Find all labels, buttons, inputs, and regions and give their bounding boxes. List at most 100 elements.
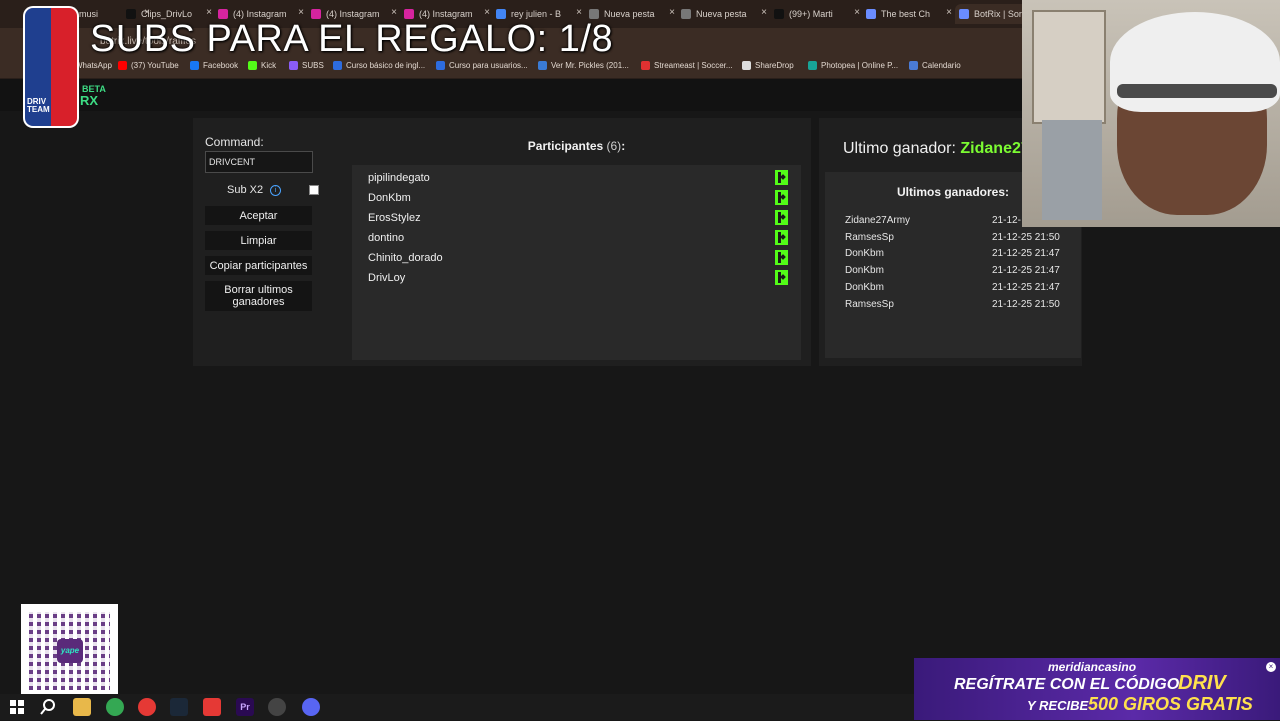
tab-favicon-icon bbox=[959, 9, 969, 19]
info-icon[interactable]: i bbox=[270, 185, 281, 196]
browser-tab[interactable]: The best Ch × bbox=[862, 4, 952, 24]
bookmark-label: WhatsApp bbox=[75, 61, 112, 70]
bookmark-item[interactable]: (37) YouTube bbox=[118, 61, 179, 70]
participant-row: DonKbm bbox=[368, 190, 788, 210]
drivteam-logo: DRIV TEAM bbox=[25, 8, 77, 126]
delete-winners-button[interactable]: Borrar ultimos ganadores bbox=[205, 281, 312, 311]
bookmark-favicon-icon bbox=[248, 61, 257, 70]
bookmark-favicon-icon bbox=[641, 61, 650, 70]
tab-favicon-icon bbox=[866, 9, 876, 19]
participant-name: ErosStylez bbox=[368, 212, 421, 224]
bookmark-label: Photopea | Online P... bbox=[821, 61, 899, 70]
winner-date: 21-12-25 21:47 bbox=[992, 281, 1060, 293]
tab-close-icon[interactable]: × bbox=[946, 7, 952, 18]
file-explorer-icon[interactable] bbox=[73, 698, 91, 716]
winner-name: RamsesSp bbox=[845, 298, 894, 310]
discord-icon[interactable] bbox=[302, 698, 320, 716]
winner-row: DonKbm 21-12-25 21:47 bbox=[845, 282, 1065, 296]
botrix-logo-text: RX bbox=[80, 93, 99, 108]
tab-label: (99+) Marti bbox=[789, 9, 833, 19]
winner-row: RamsesSp 21-12-25 21:50 bbox=[845, 299, 1065, 313]
bookmark-label: ShareDrop bbox=[755, 61, 794, 70]
participant-name: pipilindegato bbox=[368, 172, 430, 184]
tab-label: The best Ch bbox=[881, 9, 931, 19]
yape-logo: yape bbox=[57, 639, 83, 663]
bookmark-label: Calendario bbox=[922, 61, 961, 70]
poster-image bbox=[1042, 120, 1102, 220]
sub-x2-checkbox[interactable] bbox=[309, 185, 319, 195]
bookmark-favicon-icon bbox=[289, 61, 298, 70]
participant-row: ErosStylez bbox=[368, 210, 788, 230]
participant-name: Chinito_dorado bbox=[368, 252, 443, 264]
tab-close-icon[interactable]: × bbox=[761, 7, 767, 18]
copy-participants-button[interactable]: Copiar participantes bbox=[205, 256, 312, 275]
participants-count: (6) bbox=[606, 139, 622, 153]
winner-row: DonKbm 21-12-25 21:47 bbox=[845, 265, 1065, 279]
bookmark-item[interactable]: Photopea | Online P... bbox=[808, 61, 898, 70]
steam-icon[interactable] bbox=[170, 698, 188, 716]
tab-close-icon[interactable]: × bbox=[484, 7, 490, 18]
participants-list: pipilindegato DonKbm ErosStylez dontino Chin… bbox=[352, 165, 801, 360]
tab-close-icon[interactable]: × bbox=[854, 7, 860, 18]
participant-name: dontino bbox=[368, 232, 405, 244]
bookmark-item[interactable]: SUBS bbox=[289, 61, 324, 70]
bookmark-item[interactable]: Calendario bbox=[909, 61, 961, 70]
bookmark-item[interactable]: Ver Mr. Pickles (201... bbox=[538, 61, 629, 70]
casino-bonus: 500 GIROS GRATIS bbox=[1088, 694, 1253, 714]
winner-date: 21-12-25 21:50 bbox=[992, 298, 1060, 310]
bookmark-item[interactable]: ShareDrop bbox=[742, 61, 794, 70]
bookmark-item[interactable]: Facebook bbox=[190, 61, 238, 70]
casino-brand: meridiancasino bbox=[1048, 660, 1137, 674]
yape-qr-code: yape bbox=[21, 604, 118, 698]
search-icon[interactable] bbox=[39, 698, 57, 716]
tab-close-icon[interactable]: × bbox=[298, 7, 304, 18]
tab-close-icon[interactable]: × bbox=[669, 7, 675, 18]
windows-start-icon[interactable] bbox=[8, 698, 26, 716]
winner-name: DonKbm bbox=[845, 281, 884, 293]
winner-date: 21-12-25 21:47 bbox=[992, 248, 1060, 260]
tab-label: Nueva pesta bbox=[696, 9, 747, 19]
close-icon[interactable]: × bbox=[1266, 662, 1276, 672]
bookmark-label: Kick bbox=[261, 61, 277, 70]
casino-promo-line1: REGÍTRATE CON EL CÓDIGO bbox=[954, 676, 1180, 693]
bookmark-item[interactable]: Curso básico de ingl... bbox=[333, 61, 425, 70]
winner-row: DonKbm 21-12-25 21:47 bbox=[845, 248, 1065, 262]
app-red-icon[interactable] bbox=[203, 698, 221, 716]
accept-button[interactable]: Aceptar bbox=[205, 206, 312, 225]
media-player-icon[interactable] bbox=[138, 698, 156, 716]
tab-close-icon[interactable]: × bbox=[206, 7, 212, 18]
kick-icon bbox=[775, 270, 788, 285]
participant-row: Chinito_dorado bbox=[368, 250, 788, 270]
clear-button[interactable]: Limpiar bbox=[205, 231, 312, 250]
tab-label: BotRix | Sort bbox=[974, 9, 1025, 19]
tab-favicon-icon bbox=[681, 9, 691, 19]
stream-overlay-title: SUBS PARA EL REGALO: 1/8 bbox=[90, 18, 614, 60]
kick-icon bbox=[775, 170, 788, 185]
kick-icon bbox=[775, 210, 788, 225]
bookmark-favicon-icon bbox=[190, 61, 199, 70]
bookmark-item[interactable]: Kick bbox=[248, 61, 276, 70]
command-input[interactable] bbox=[205, 151, 313, 173]
participant-row: dontino bbox=[368, 230, 788, 250]
bookmark-favicon-icon bbox=[118, 61, 127, 70]
bookmark-favicon-icon bbox=[808, 61, 817, 70]
obs-icon[interactable] bbox=[268, 698, 286, 716]
bookmark-favicon-icon bbox=[909, 61, 918, 70]
participant-name: DonKbm bbox=[368, 192, 411, 204]
premiere-icon[interactable]: Pr bbox=[236, 698, 254, 716]
browser-tab[interactable]: (99+) Marti × bbox=[770, 4, 860, 24]
casino-promo-line2: Y RECIBE bbox=[1027, 698, 1089, 713]
bookmark-item[interactable]: Curso para usuarios... bbox=[436, 61, 528, 70]
winner-date: 21-12-25 21:50 bbox=[992, 231, 1060, 243]
bookmark-label: Curso para usuarios... bbox=[449, 61, 528, 70]
bookmark-favicon-icon bbox=[538, 61, 547, 70]
bookmark-item[interactable]: Streameast | Soccer... bbox=[641, 61, 733, 70]
bookmark-favicon-icon bbox=[742, 61, 751, 70]
chrome-icon[interactable] bbox=[106, 698, 124, 716]
tab-close-icon[interactable]: × bbox=[391, 7, 397, 18]
poster-image bbox=[1032, 10, 1106, 124]
winner-date: 21-12- bbox=[992, 215, 1021, 226]
tab-close-icon[interactable]: × bbox=[576, 7, 582, 18]
browser-tab[interactable]: Nueva pesta × bbox=[677, 4, 767, 24]
participant-row: DrivLoy bbox=[368, 270, 788, 290]
